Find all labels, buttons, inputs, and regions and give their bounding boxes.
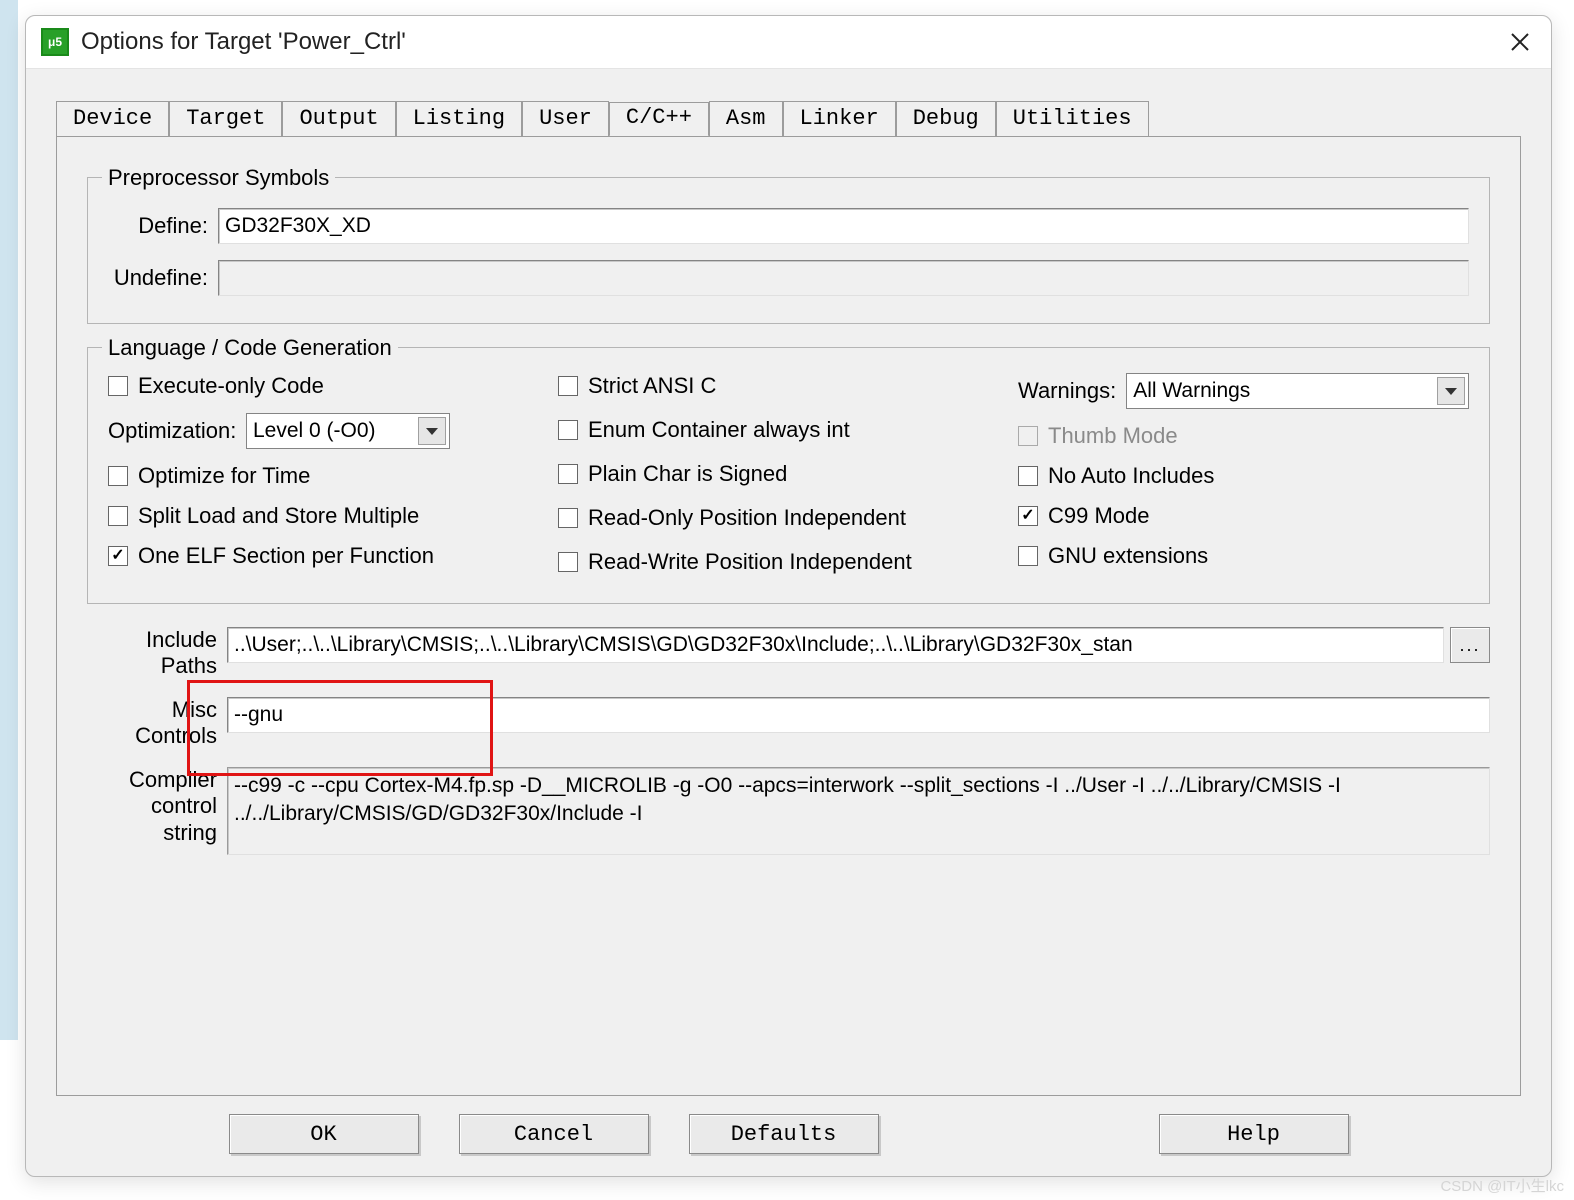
tab-body: Preprocessor Symbols Define: Undefine: L… <box>56 136 1521 1096</box>
browse-include-button[interactable]: ... <box>1450 627 1490 663</box>
cb-execute-only-label: Execute-only Code <box>138 373 324 399</box>
cb-plain-char[interactable]: Plain Char is Signed <box>558 461 1008 487</box>
cb-strict-ansi-label: Strict ANSI C <box>588 373 716 399</box>
editor-gutter-strip <box>0 0 18 1040</box>
button-row: OK Cancel Defaults Help <box>26 1114 1551 1154</box>
cb-thumb-mode-label: Thumb Mode <box>1048 423 1178 449</box>
select-warnings[interactable]: All Warnings <box>1126 373 1469 409</box>
watermark: CSDN @IT小生lkc <box>1440 1175 1564 1196</box>
cb-enum-container-label: Enum Container always int <box>588 417 850 443</box>
textarea-compiler-control: --c99 -c --cpu Cortex-M4.fp.sp -D__MICRO… <box>227 767 1490 855</box>
cb-split-load-label: Split Load and Store Multiple <box>138 503 419 529</box>
cb-optimize-time-label: Optimize for Time <box>138 463 310 489</box>
cb-enum-container[interactable]: Enum Container always int <box>558 417 1008 443</box>
tab-target[interactable]: Target <box>169 101 282 136</box>
group-language: Language / Code Generation Execute-only … <box>87 347 1490 604</box>
cb-c99-mode[interactable]: C99 Mode <box>1018 503 1469 529</box>
tab-utilities[interactable]: Utilities <box>996 101 1149 136</box>
tab-user[interactable]: User <box>522 101 609 136</box>
tab-asm[interactable]: Asm <box>709 101 783 136</box>
select-optimization-value: Level 0 (-O0) <box>253 419 376 443</box>
app-icon: μ5 <box>41 28 69 56</box>
cb-one-elf[interactable]: One ELF Section per Function <box>108 543 538 569</box>
label-warnings: Warnings: <box>1018 378 1116 404</box>
label-compiler-control: Compiler control string <box>107 767 217 846</box>
cb-no-auto-includes-label: No Auto Includes <box>1048 463 1214 489</box>
group-legend-preprocessor: Preprocessor Symbols <box>102 165 335 191</box>
cb-strict-ansi[interactable]: Strict ANSI C <box>558 373 1008 399</box>
help-button[interactable]: Help <box>1159 1114 1349 1154</box>
tab-linker[interactable]: Linker <box>783 101 896 136</box>
tab-listing[interactable]: Listing <box>396 101 522 136</box>
chevron-down-icon <box>418 417 446 445</box>
tab-debug[interactable]: Debug <box>896 101 996 136</box>
label-undefine: Undefine: <box>108 260 208 291</box>
group-preprocessor: Preprocessor Symbols Define: Undefine: <box>87 177 1490 324</box>
tab-device[interactable]: Device <box>56 101 169 136</box>
input-misc-controls[interactable] <box>227 697 1490 733</box>
cb-ro-position-label: Read-Only Position Independent <box>588 505 906 531</box>
input-include-paths[interactable] <box>227 627 1444 663</box>
input-define[interactable] <box>218 208 1469 244</box>
tab-strip: DeviceTargetOutputListingUserC/C++AsmLin… <box>56 101 1521 136</box>
cb-rw-position-label: Read-Write Position Independent <box>588 549 912 575</box>
cb-one-elf-label: One ELF Section per Function <box>138 543 434 569</box>
input-undefine[interactable] <box>218 260 1469 296</box>
cb-gnu-extensions-label: GNU extensions <box>1048 543 1208 569</box>
cb-plain-char-label: Plain Char is Signed <box>588 461 787 487</box>
close-button[interactable] <box>1504 26 1536 58</box>
cb-ro-position[interactable]: Read-Only Position Independent <box>558 505 1008 531</box>
tab-output[interactable]: Output <box>282 101 395 136</box>
cb-rw-position[interactable]: Read-Write Position Independent <box>558 549 1008 575</box>
cb-execute-only[interactable]: Execute-only Code <box>108 373 538 399</box>
cb-gnu-extensions[interactable]: GNU extensions <box>1018 543 1469 569</box>
label-define: Define: <box>108 208 208 239</box>
cancel-button[interactable]: Cancel <box>459 1114 649 1154</box>
cb-thumb-mode: Thumb Mode <box>1018 423 1469 449</box>
close-icon <box>1510 32 1530 52</box>
cb-optimize-time[interactable]: Optimize for Time <box>108 463 538 489</box>
chevron-down-icon <box>1437 377 1465 405</box>
select-warnings-value: All Warnings <box>1133 379 1250 403</box>
cb-split-load[interactable]: Split Load and Store Multiple <box>108 503 538 529</box>
select-optimization[interactable]: Level 0 (-O0) <box>246 413 450 449</box>
label-misc-controls: Misc Controls <box>107 697 217 750</box>
cb-c99-mode-label: C99 Mode <box>1048 503 1150 529</box>
group-legend-language: Language / Code Generation <box>102 335 398 361</box>
titlebar: μ5 Options for Target 'Power_Ctrl' <box>26 16 1551 69</box>
ok-button[interactable]: OK <box>229 1114 419 1154</box>
cb-no-auto-includes[interactable]: No Auto Includes <box>1018 463 1469 489</box>
tab-c-c-[interactable]: C/C++ <box>609 102 709 137</box>
label-include-paths: Include Paths <box>107 627 217 680</box>
label-optimization: Optimization: <box>108 418 238 444</box>
window-title: Options for Target 'Power_Ctrl' <box>81 28 406 56</box>
options-dialog: μ5 Options for Target 'Power_Ctrl' Devic… <box>25 15 1552 1177</box>
defaults-button[interactable]: Defaults <box>689 1114 879 1154</box>
